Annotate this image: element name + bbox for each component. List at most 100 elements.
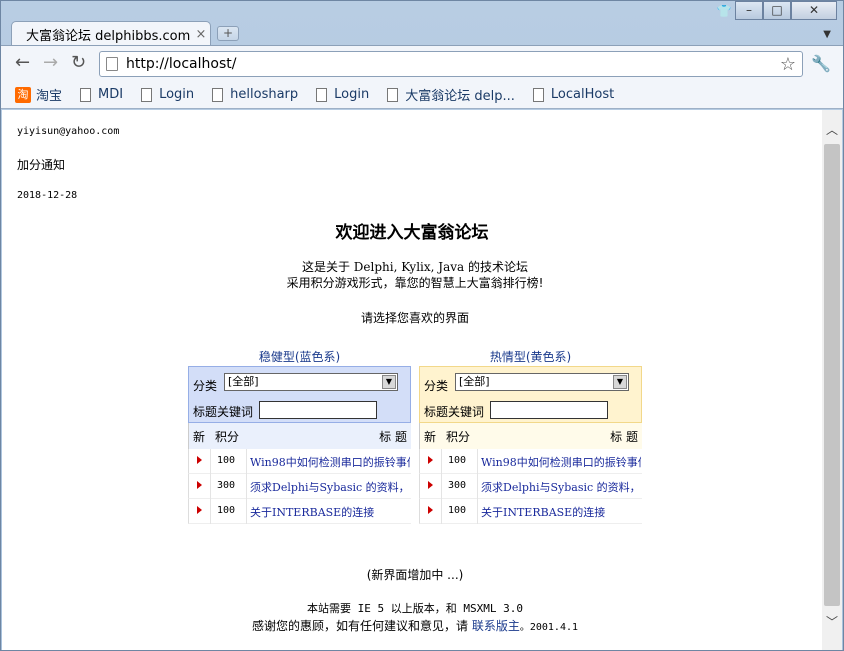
tab-title: 大富翁论坛 delphibbs.com — [26, 29, 191, 44]
close-window-button[interactable]: ✕ — [791, 1, 837, 20]
intro-line-1: 这是关于 Delphi, Kylix, Java 的技术论坛 — [301, 260, 528, 274]
bookmark-label: MDI — [98, 87, 124, 102]
row-points: 100 — [217, 505, 236, 516]
table-row[interactable]: 100 关于INTERBASE的连接 — [419, 499, 642, 524]
back-icon[interactable]: ← — [15, 54, 30, 72]
footer-contact-prefix: 感谢您的惠顾，如有任何建议和意见，请 — [251, 619, 468, 633]
chevron-down-icon: ▼ — [382, 375, 396, 389]
skin-yellow-search: 分类 [全部] ▼ 标题关键词 — [419, 366, 642, 423]
row-title[interactable]: 关于INTERBASE的连接 — [250, 504, 410, 520]
row-title[interactable]: Win98中如何检测串口的振铃事件 — [250, 454, 410, 470]
row-title[interactable]: 须求Delphi与Sybasic 的资料， — [481, 479, 641, 495]
page-icon — [80, 87, 92, 102]
vertical-scrollbar[interactable]: ︿ ﹀ — [822, 110, 842, 650]
row-points: 100 — [217, 455, 236, 466]
theme-icon: 👕 — [716, 4, 732, 18]
col-title: 标 题 — [379, 430, 407, 444]
skin-blue-title[interactable]: 稳健型(蓝色系) — [188, 348, 411, 365]
page-icon — [387, 87, 399, 102]
new-marker-icon — [197, 456, 202, 464]
row-title[interactable]: Win98中如何检测串口的振铃事件 — [481, 454, 641, 470]
page-icon — [212, 87, 224, 102]
col-points: 积分 — [446, 430, 471, 444]
page-icon — [316, 87, 328, 102]
page-icon — [532, 87, 544, 102]
category-select[interactable]: [全部] ▼ — [455, 373, 629, 391]
new-marker-icon — [428, 456, 433, 464]
url-text: http://localhost/ — [126, 56, 237, 72]
taobao-icon: 淘 — [15, 86, 31, 103]
more-skins-text: (新界面增加中 ...) — [366, 568, 464, 582]
col-title: 标 题 — [610, 430, 638, 444]
bookmark-login[interactable]: Login — [141, 87, 194, 102]
toolbar: ← → ↻ http://localhost/ ☆ 🔧 — [1, 45, 843, 81]
new-tab-button[interactable]: + — [217, 26, 239, 41]
bookmark-label: Login — [159, 87, 195, 102]
chevron-down-icon: ▼ — [613, 375, 627, 389]
forward-icon[interactable]: → — [43, 54, 58, 72]
bookmark-taobao[interactable]: 淘 淘宝 — [15, 85, 62, 104]
col-points: 积分 — [215, 430, 240, 444]
row-title[interactable]: 须求Delphi与Sybasic 的资料， — [250, 479, 410, 495]
tab-active[interactable]: 大富翁论坛 delphibbs.com × — [11, 21, 211, 47]
window-controls: – □ ✕ — [735, 1, 837, 20]
bookmark-mdi[interactable]: MDI — [80, 87, 123, 102]
minimize-button[interactable]: – — [735, 1, 763, 20]
reload-icon[interactable]: ↻ — [71, 54, 86, 72]
category-select[interactable]: [全部] ▼ — [224, 373, 398, 391]
row-points: 300 — [448, 480, 467, 491]
address-bar[interactable]: http://localhost/ ☆ — [99, 51, 803, 77]
row-points: 100 — [448, 505, 467, 516]
scroll-up-icon[interactable]: ︿ — [822, 120, 842, 140]
category-value: [全部] — [228, 375, 259, 388]
page-title: 欢迎进入大富翁论坛 — [335, 223, 489, 243]
keyword-label: 标题关键词 — [424, 405, 485, 419]
notice-link[interactable]: 加分通知 — [17, 156, 65, 173]
keyword-input[interactable] — [490, 401, 608, 419]
table-row[interactable]: 100 关于INTERBASE的连接 — [188, 499, 411, 524]
category-label: 分类 — [424, 379, 449, 393]
tab-strip: 👕 – □ ✕ 大富翁论坛 delphibbs.com × + ▼ — [1, 1, 843, 47]
keyword-label: 标题关键词 — [193, 405, 254, 419]
maximize-button[interactable]: □ — [763, 1, 791, 20]
category-label: 分类 — [193, 379, 218, 393]
col-new: 新 — [424, 430, 437, 444]
choose-skin-text: 请选择您喜欢的界面 — [360, 311, 469, 325]
footer-requirements: 本站需要 IE 5 以上版本，和 MSXML 3.0 — [307, 602, 523, 615]
skin-blue-preview[interactable]: 分类 [全部] ▼ 标题关键词 新 积分 标 题 100 Win98中如何检测串… — [188, 366, 411, 526]
row-title[interactable]: 关于INTERBASE的连接 — [481, 504, 641, 520]
tab-close-icon[interactable]: × — [192, 27, 210, 42]
table-header: 新 积分 标 题 — [419, 423, 642, 449]
tab-menu-chevron-down-icon[interactable]: ▼ — [823, 29, 831, 40]
bookmark-label: Login — [334, 87, 370, 102]
bookmark-star-icon[interactable]: ☆ — [780, 54, 796, 75]
new-marker-icon — [428, 506, 433, 514]
col-new: 新 — [193, 430, 206, 444]
page-content: yiyisun@yahoo.com 加分通知 2018-12-28 欢迎进入大富… — [2, 110, 822, 650]
new-marker-icon — [428, 481, 433, 489]
new-marker-icon — [197, 506, 202, 514]
bookmark-localhost[interactable]: LocalHost — [532, 87, 614, 102]
bookmarks-bar: 淘 淘宝 MDI Login hellosharp Login 大富翁论坛 de… — [1, 81, 843, 109]
scrollbar-thumb[interactable] — [824, 144, 840, 606]
contact-admin-link[interactable]: 联系版主 — [472, 619, 520, 633]
user-email: yiyisun@yahoo.com — [17, 126, 120, 137]
table-row[interactable]: 100 Win98中如何检测串口的振铃事件 — [188, 449, 411, 474]
page-icon — [106, 57, 118, 71]
table-row[interactable]: 100 Win98中如何检测串口的振铃事件 — [419, 449, 642, 474]
scroll-down-icon[interactable]: ﹀ — [822, 612, 842, 632]
bookmark-delphibbs[interactable]: 大富翁论坛 delp... — [387, 85, 515, 104]
table-header: 新 积分 标 题 — [188, 423, 411, 449]
keyword-input[interactable] — [259, 401, 377, 419]
bookmark-hellosharp[interactable]: hellosharp — [212, 87, 298, 102]
footer-version: 。2001.4.1 — [519, 622, 579, 633]
skin-yellow-title[interactable]: 热情型(黄色系) — [419, 348, 642, 365]
row-points: 100 — [448, 455, 467, 466]
bookmark-login-2[interactable]: Login — [316, 87, 369, 102]
skin-yellow-preview[interactable]: 分类 [全部] ▼ 标题关键词 新 积分 标 题 100 Win98中如何检测串… — [419, 366, 642, 526]
bookmark-label: 淘宝 — [36, 89, 63, 104]
table-row[interactable]: 300 须求Delphi与Sybasic 的资料， — [419, 474, 642, 499]
table-row[interactable]: 300 须求Delphi与Sybasic 的资料， — [188, 474, 411, 499]
wrench-icon[interactable]: 🔧 — [811, 54, 831, 73]
date: 2018-12-28 — [17, 190, 78, 201]
